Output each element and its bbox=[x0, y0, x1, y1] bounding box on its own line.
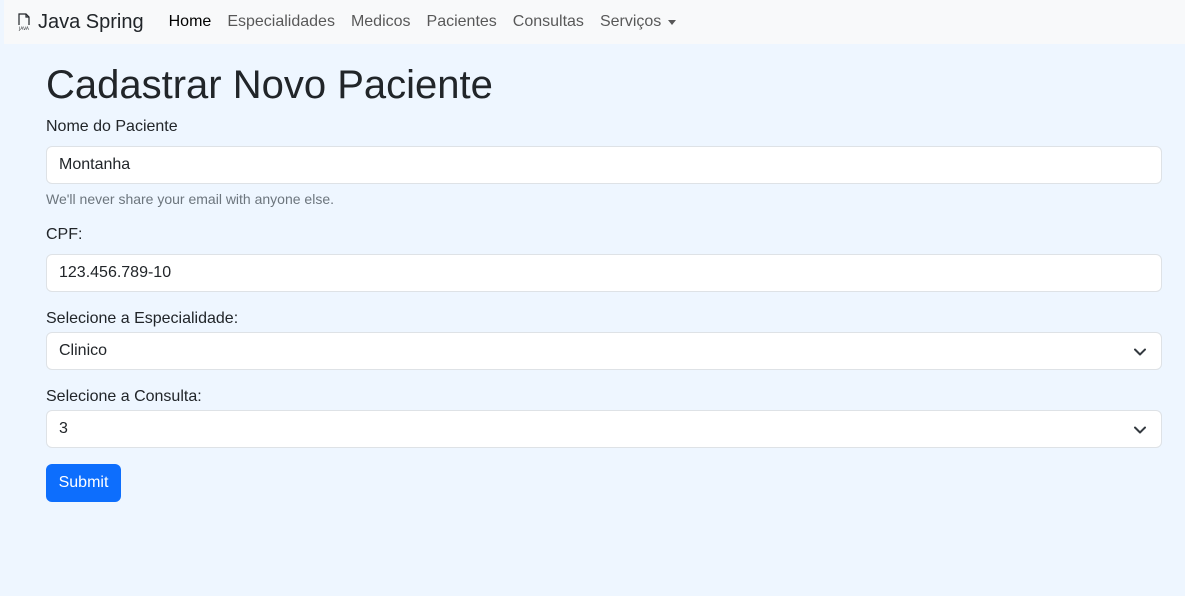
submit-button[interactable]: Submit bbox=[46, 464, 121, 502]
consulta-select[interactable]: 3 bbox=[46, 410, 1162, 448]
nav-especialidades[interactable]: Especialidades bbox=[227, 13, 335, 31]
nav-servicos-dropdown[interactable]: Serviços bbox=[599, 13, 677, 31]
brand-label: Java Spring bbox=[38, 10, 144, 33]
nav-consultas[interactable]: Consultas bbox=[513, 13, 584, 31]
consulta-group: Selecione a Consulta: 3 bbox=[46, 386, 1162, 448]
page-title: Cadastrar Novo Paciente bbox=[46, 63, 493, 107]
caret-down-icon bbox=[668, 19, 677, 25]
cpf-group: CPF: bbox=[46, 224, 1162, 292]
cpf-label: CPF: bbox=[46, 226, 83, 243]
nav-servicos-label: Serviços bbox=[599, 13, 662, 30]
chevron-down-icon bbox=[1134, 348, 1146, 356]
nav-home[interactable]: Home bbox=[169, 13, 212, 31]
nav-pacientes[interactable]: Pacientes bbox=[427, 13, 497, 31]
nome-help-text: We'll never share your email with anyone… bbox=[46, 191, 334, 207]
cpf-input[interactable] bbox=[46, 254, 1162, 292]
consulta-label: Selecione a Consulta: bbox=[46, 388, 202, 405]
especialidade-label: Selecione a Especialidade: bbox=[46, 310, 239, 327]
consulta-selected: 3 bbox=[59, 420, 68, 437]
nome-group: Nome do Paciente We'll never share your … bbox=[46, 116, 1162, 208]
navbar-brand[interactable]: JAVA Java Spring bbox=[16, 11, 144, 34]
especialidade-selected: Clinico bbox=[59, 342, 108, 359]
chevron-down-icon bbox=[1134, 426, 1146, 434]
main-content: Cadastrar Novo Paciente Nome do Paciente… bbox=[46, 60, 1162, 502]
java-file-icon: JAVA bbox=[16, 13, 32, 32]
svg-text:JAVA: JAVA bbox=[18, 26, 30, 31]
nome-input[interactable] bbox=[46, 146, 1162, 184]
especialidade-select[interactable]: Clinico bbox=[46, 332, 1162, 370]
nav-medicos[interactable]: Medicos bbox=[351, 13, 411, 31]
nome-label: Nome do Paciente bbox=[46, 118, 178, 135]
navbar: JAVA Java Spring Home Especialidades Med… bbox=[4, 0, 1185, 44]
especialidade-group: Selecione a Especialidade: Clinico bbox=[46, 308, 1162, 370]
